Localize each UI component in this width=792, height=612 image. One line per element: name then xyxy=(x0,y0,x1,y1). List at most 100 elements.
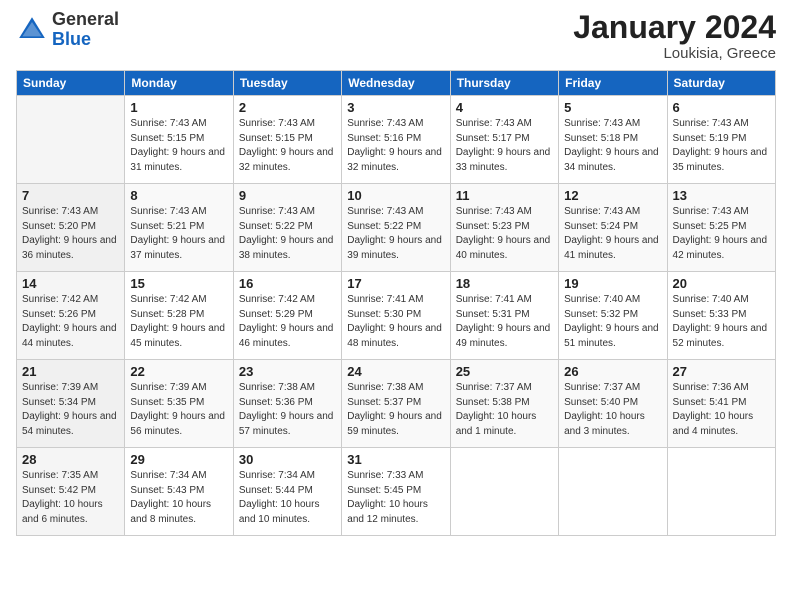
calendar-cell: 10 Sunrise: 7:43 AMSunset: 5:22 PMDayligh… xyxy=(342,184,450,272)
calendar-cell: 17 Sunrise: 7:41 AMSunset: 5:30 PMDayligh… xyxy=(342,272,450,360)
day-number: 15 xyxy=(130,276,227,291)
calendar-table: SundayMondayTuesdayWednesdayThursdayFrid… xyxy=(16,70,776,536)
calendar-cell: 28 Sunrise: 7:35 AMSunset: 5:42 PMDayligh… xyxy=(17,448,125,536)
day-number: 12 xyxy=(564,188,661,203)
calendar-week-row: 14 Sunrise: 7:42 AMSunset: 5:26 PMDayligh… xyxy=(17,272,776,360)
day-info: Sunrise: 7:43 AMSunset: 5:19 PMDaylight:… xyxy=(673,117,770,175)
day-info: Sunrise: 7:43 AMSunset: 5:20 PMDaylight:… xyxy=(22,205,119,263)
location-subtitle: Loukisia, Greece xyxy=(573,45,776,62)
day-number: 4 xyxy=(456,100,553,115)
day-info: Sunrise: 7:38 AMSunset: 5:37 PMDaylight:… xyxy=(347,381,444,439)
calendar-cell: 29Sunrise: 7:34 AMSunset: 5:43 PMDayligh… xyxy=(125,448,233,536)
calendar-cell: 14 Sunrise: 7:42 AMSunset: 5:26 PMDayligh… xyxy=(17,272,125,360)
day-info: Sunrise: 7:36 AMSunset: 5:41 PMDaylight:… xyxy=(673,381,770,439)
day-number: 24 xyxy=(347,364,444,379)
day-number: 31 xyxy=(347,452,444,467)
day-number: 8 xyxy=(130,188,227,203)
day-number: 16 xyxy=(239,276,336,291)
calendar-week-row: 21 Sunrise: 7:39 AMSunset: 5:34 PMDayligh… xyxy=(17,360,776,448)
day-info: Sunrise: 7:37 AMSunset: 5:38 PMDaylight:… xyxy=(456,381,553,439)
day-number: 14 xyxy=(22,276,119,291)
day-info: Sunrise: 7:43 AMSunset: 5:22 PMDaylight:… xyxy=(347,205,444,263)
day-number: 5 xyxy=(564,100,661,115)
weekday-header-wednesday: Wednesday xyxy=(342,71,450,96)
calendar-cell: 9 Sunrise: 7:43 AMSunset: 5:22 PMDaylight… xyxy=(233,184,341,272)
day-info: Sunrise: 7:34 AMSunset: 5:44 PMDaylight:… xyxy=(239,469,336,527)
day-info: Sunrise: 7:34 AMSunset: 5:43 PMDaylight:… xyxy=(130,469,227,527)
day-info: Sunrise: 7:42 AMSunset: 5:28 PMDaylight:… xyxy=(130,293,227,351)
day-number: 30 xyxy=(239,452,336,467)
calendar-cell: 8 Sunrise: 7:43 AMSunset: 5:21 PMDaylight… xyxy=(125,184,233,272)
day-info: Sunrise: 7:43 AMSunset: 5:18 PMDaylight:… xyxy=(564,117,661,175)
day-number: 13 xyxy=(673,188,770,203)
calendar-cell: 13 Sunrise: 7:43 AMSunset: 5:25 PMDayligh… xyxy=(667,184,775,272)
day-number: 11 xyxy=(456,188,553,203)
calendar-cell: 7 Sunrise: 7:43 AMSunset: 5:20 PMDaylight… xyxy=(17,184,125,272)
day-info: Sunrise: 7:41 AMSunset: 5:30 PMDaylight:… xyxy=(347,293,444,351)
calendar-cell: 24 Sunrise: 7:38 AMSunset: 5:37 PMDayligh… xyxy=(342,360,450,448)
day-info: Sunrise: 7:38 AMSunset: 5:36 PMDaylight:… xyxy=(239,381,336,439)
weekday-header-tuesday: Tuesday xyxy=(233,71,341,96)
calendar-cell: 30 Sunrise: 7:34 AMSunset: 5:44 PMDayligh… xyxy=(233,448,341,536)
month-title: January 2024 xyxy=(573,10,776,45)
calendar-cell xyxy=(17,96,125,184)
calendar-cell: 22Sunrise: 7:39 AMSunset: 5:35 PMDayligh… xyxy=(125,360,233,448)
day-info: Sunrise: 7:41 AMSunset: 5:31 PMDaylight:… xyxy=(456,293,553,351)
day-number: 19 xyxy=(564,276,661,291)
weekday-header-saturday: Saturday xyxy=(667,71,775,96)
day-number: 10 xyxy=(347,188,444,203)
day-info: Sunrise: 7:35 AMSunset: 5:42 PMDaylight:… xyxy=(22,469,119,527)
day-number: 9 xyxy=(239,188,336,203)
calendar-cell xyxy=(559,448,667,536)
calendar-cell: 27 Sunrise: 7:36 AMSunset: 5:41 PMDayligh… xyxy=(667,360,775,448)
calendar-cell xyxy=(667,448,775,536)
day-number: 7 xyxy=(22,188,119,203)
calendar-cell: 4 Sunrise: 7:43 AMSunset: 5:17 PMDaylight… xyxy=(450,96,558,184)
day-info: Sunrise: 7:42 AMSunset: 5:29 PMDaylight:… xyxy=(239,293,336,351)
day-number: 1 xyxy=(130,100,227,115)
day-number: 17 xyxy=(347,276,444,291)
day-info: Sunrise: 7:43 AMSunset: 5:15 PMDaylight:… xyxy=(239,117,336,175)
calendar-week-row: 1 Sunrise: 7:43 AMSunset: 5:15 PMDaylight… xyxy=(17,96,776,184)
day-info: Sunrise: 7:39 AMSunset: 5:35 PMDaylight:… xyxy=(130,381,227,439)
header: General Blue January 2024 Loukisia, Gree… xyxy=(16,10,776,62)
day-number: 20 xyxy=(673,276,770,291)
day-info: Sunrise: 7:43 AMSunset: 5:22 PMDaylight:… xyxy=(239,205,336,263)
logo: General Blue xyxy=(16,10,119,50)
weekday-header-thursday: Thursday xyxy=(450,71,558,96)
calendar-cell: 12 Sunrise: 7:43 AMSunset: 5:24 PMDayligh… xyxy=(559,184,667,272)
calendar-cell: 19Sunrise: 7:40 AMSunset: 5:32 PMDayligh… xyxy=(559,272,667,360)
day-info: Sunrise: 7:43 AMSunset: 5:25 PMDaylight:… xyxy=(673,205,770,263)
calendar-cell xyxy=(450,448,558,536)
calendar-cell: 2 Sunrise: 7:43 AMSunset: 5:15 PMDaylight… xyxy=(233,96,341,184)
day-info: Sunrise: 7:43 AMSunset: 5:21 PMDaylight:… xyxy=(130,205,227,263)
day-number: 3 xyxy=(347,100,444,115)
day-number: 25 xyxy=(456,364,553,379)
day-info: Sunrise: 7:40 AMSunset: 5:33 PMDaylight:… xyxy=(673,293,770,351)
day-number: 2 xyxy=(239,100,336,115)
day-number: 23 xyxy=(239,364,336,379)
day-info: Sunrise: 7:43 AMSunset: 5:15 PMDaylight:… xyxy=(130,117,227,175)
weekday-header-row: SundayMondayTuesdayWednesdayThursdayFrid… xyxy=(17,71,776,96)
calendar-cell: 21 Sunrise: 7:39 AMSunset: 5:34 PMDayligh… xyxy=(17,360,125,448)
logo-text: General Blue xyxy=(52,10,119,50)
day-info: Sunrise: 7:42 AMSunset: 5:26 PMDaylight:… xyxy=(22,293,119,351)
calendar-cell: 6Sunrise: 7:43 AMSunset: 5:19 PMDaylight… xyxy=(667,96,775,184)
day-number: 27 xyxy=(673,364,770,379)
calendar-cell: 5 Sunrise: 7:43 AMSunset: 5:18 PMDaylight… xyxy=(559,96,667,184)
day-info: Sunrise: 7:43 AMSunset: 5:24 PMDaylight:… xyxy=(564,205,661,263)
day-info: Sunrise: 7:39 AMSunset: 5:34 PMDaylight:… xyxy=(22,381,119,439)
day-info: Sunrise: 7:43 AMSunset: 5:17 PMDaylight:… xyxy=(456,117,553,175)
calendar-week-row: 28 Sunrise: 7:35 AMSunset: 5:42 PMDayligh… xyxy=(17,448,776,536)
calendar-cell: 16 Sunrise: 7:42 AMSunset: 5:29 PMDayligh… xyxy=(233,272,341,360)
calendar-cell: 31 Sunrise: 7:33 AMSunset: 5:45 PMDayligh… xyxy=(342,448,450,536)
calendar-cell: 20 Sunrise: 7:40 AMSunset: 5:33 PMDayligh… xyxy=(667,272,775,360)
day-number: 28 xyxy=(22,452,119,467)
logo-blue: Blue xyxy=(52,29,91,49)
day-number: 21 xyxy=(22,364,119,379)
day-info: Sunrise: 7:33 AMSunset: 5:45 PMDaylight:… xyxy=(347,469,444,527)
day-info: Sunrise: 7:43 AMSunset: 5:23 PMDaylight:… xyxy=(456,205,553,263)
calendar-cell: 26Sunrise: 7:37 AMSunset: 5:40 PMDayligh… xyxy=(559,360,667,448)
calendar-cell: 18Sunrise: 7:41 AMSunset: 5:31 PMDayligh… xyxy=(450,272,558,360)
weekday-header-sunday: Sunday xyxy=(17,71,125,96)
